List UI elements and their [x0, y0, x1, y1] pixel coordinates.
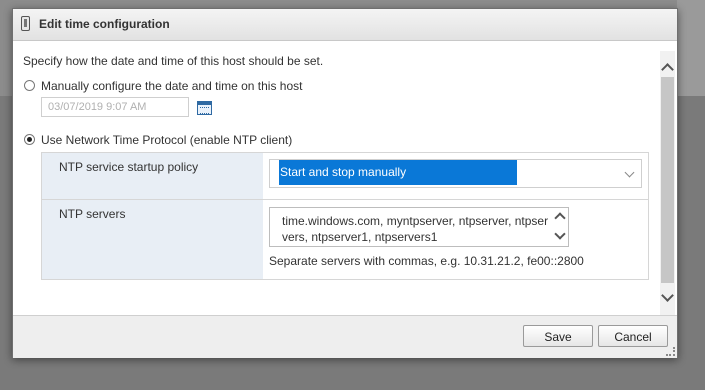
- ntp-option-label[interactable]: Use Network Time Protocol (enable NTP cl…: [41, 133, 292, 147]
- ntp-policy-value-cell: Start and stop manually: [263, 153, 648, 200]
- datetime-input[interactable]: 03/07/2019 9:07 AM: [41, 97, 189, 117]
- dialog-scrollbar[interactable]: [660, 51, 675, 315]
- scroll-down-icon[interactable]: [554, 228, 566, 240]
- dialog-content: Specify how the date and time of this ho…: [13, 41, 677, 315]
- ntp-policy-selected-value: Start and stop manually: [279, 160, 517, 185]
- ntp-radio[interactable]: [24, 134, 35, 145]
- scroll-up-icon[interactable]: [661, 63, 674, 76]
- ntp-servers-textarea[interactable]: time.windows.com, myntpserver, ntpserver…: [269, 207, 569, 247]
- edit-time-config-dialog: Edit time configuration Specify how the …: [12, 8, 678, 358]
- dialog-footer: Save Cancel: [13, 315, 677, 358]
- cancel-button[interactable]: Cancel: [598, 325, 668, 347]
- scroll-down-icon[interactable]: [661, 289, 674, 302]
- ntp-settings-table: NTP service startup policy Start and sto…: [41, 152, 649, 280]
- calendar-icon[interactable]: [197, 101, 212, 115]
- ntp-policy-label-cell: NTP service startup policy: [42, 153, 263, 200]
- ntp-servers-label: NTP servers: [59, 207, 126, 221]
- ntp-servers-label-cell: NTP servers: [42, 200, 263, 279]
- save-button[interactable]: Save: [523, 325, 593, 347]
- scroll-up-icon[interactable]: [554, 212, 566, 224]
- background-strip: [677, 0, 705, 96]
- ntp-servers-hint: Separate servers with commas, e.g. 10.31…: [269, 254, 584, 268]
- dialog-title: Edit time configuration: [39, 17, 170, 31]
- manual-config-radio[interactable]: [24, 80, 35, 91]
- resize-grip-icon[interactable]: [666, 347, 675, 356]
- intro-text: Specify how the date and time of this ho…: [23, 54, 324, 68]
- dialog-titlebar[interactable]: Edit time configuration: [13, 9, 677, 41]
- dialog-app-icon: [21, 16, 30, 31]
- ntp-policy-label: NTP service startup policy: [59, 160, 199, 174]
- ntp-servers-scrollbar[interactable]: [552, 208, 568, 246]
- chevron-down-icon[interactable]: [624, 167, 635, 178]
- manual-config-label[interactable]: Manually configure the date and time on …: [41, 79, 303, 93]
- ntp-servers-value: time.windows.com, myntpserver, ntpserver…: [282, 214, 549, 244]
- ntp-policy-select[interactable]: Start and stop manually: [269, 159, 642, 188]
- scrollbar-thumb[interactable]: [661, 77, 674, 283]
